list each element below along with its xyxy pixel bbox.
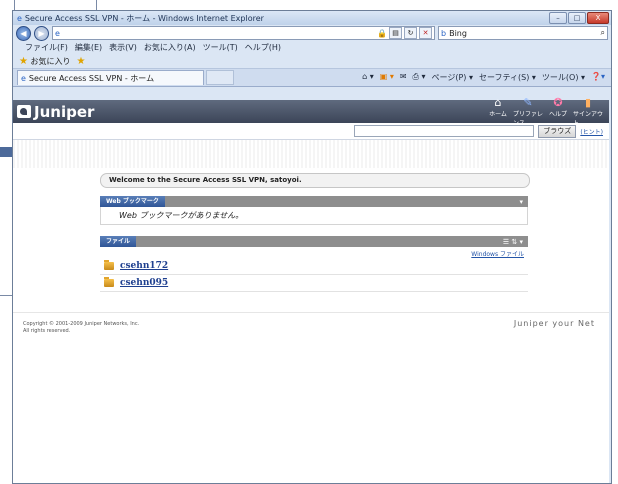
browse-input[interactable] — [354, 125, 535, 137]
chevron-down-icon[interactable]: ▾ — [519, 198, 528, 206]
ie-icon: e — [17, 13, 22, 23]
no-bookmarks-text: Web ブックマークがありません。 — [119, 211, 244, 220]
bookmarks-panel: Web ブックマーク ▾ Web ブックマークがありません。 — [100, 196, 528, 225]
file-share-link[interactable]: csehn095 — [120, 278, 168, 288]
star-icon: ★ — [19, 55, 28, 67]
stop-icon[interactable]: ✕ — [419, 27, 432, 39]
page-menu[interactable]: ページ(P) ▾ — [432, 72, 473, 83]
tools-menu[interactable]: ツール(O) ▾ — [542, 72, 585, 83]
menu-bar: ファイル(F) 編集(E) 表示(V) お気に入り(A) ツール(T) ヘルプ(… — [13, 41, 611, 54]
page-icon: e — [55, 28, 60, 38]
bing-icon: b — [441, 28, 447, 38]
menu-tools[interactable]: ツール(T) — [203, 42, 238, 53]
forward-button[interactable]: ▶ — [34, 25, 49, 41]
feeds-icon[interactable]: ▣ ▾ — [380, 72, 394, 83]
command-bar: ⌂ ▾ ▣ ▾ ✉ ⎙ ▾ ページ(P) ▾ セーフティ(S) ▾ ツール(O)… — [362, 72, 611, 83]
browse-tip-link[interactable]: (ヒント) — [580, 127, 603, 136]
search-placeholder: Bing — [449, 28, 467, 38]
favorites-button[interactable]: ★ お気に入り — [19, 56, 71, 67]
help-icon[interactable]: ❓▾ — [591, 72, 605, 83]
add-favorite-icon[interactable]: ★ — [77, 56, 86, 67]
mail-icon[interactable]: ✉ — [400, 72, 407, 83]
menu-edit[interactable]: 編集(E) — [75, 42, 102, 53]
bookmarks-header: Web ブックマーク ▾ — [100, 196, 528, 207]
page-icon: e — [21, 73, 26, 83]
nav-preferences[interactable]: ✎ プリファレンス — [513, 96, 543, 127]
search-input[interactable]: b Bing ⌕ — [438, 26, 608, 40]
header-stripe — [13, 140, 609, 168]
windows-files-link[interactable]: Windows ファイル — [100, 247, 528, 258]
maximize-button[interactable]: □ — [568, 12, 586, 24]
list-item: csehn172 — [100, 258, 528, 275]
nav-signout-label: サインアウト — [573, 111, 604, 127]
address-bar: ◀ ▶ e 🔒 ▤ ↻ ✕ b Bing ⌕ — [13, 25, 611, 41]
favorites-label: お気に入り — [30, 56, 71, 66]
brand-name: Juniper — [34, 102, 95, 121]
file-share-link[interactable]: csehn172 — [120, 261, 168, 271]
wrench-icon: ✎ — [523, 96, 533, 109]
tab-current[interactable]: e Secure Access SSL VPN - ホーム — [17, 70, 204, 85]
signout-icon: ▮ — [584, 96, 592, 109]
home-icon[interactable]: ⌂ ▾ — [362, 72, 374, 83]
files-panel: ファイル ☰ ⇅ ▾ Windows ファイル csehn172 csehn09… — [100, 236, 528, 292]
nav-home[interactable]: ⌂ ホーム — [483, 96, 513, 127]
window-title: Secure Access SSL VPN - ホーム - Windows In… — [24, 13, 264, 23]
title-bar: e Secure Access SSL VPN - ホーム - Windows … — [13, 11, 611, 25]
menu-help[interactable]: ヘルプ(H) — [245, 42, 281, 53]
folder-icon — [104, 260, 114, 270]
browse-button[interactable]: ブラウズ — [538, 124, 577, 138]
portal-footer: Copyright © 2001-2009 Juniper Networks, … — [13, 312, 609, 343]
refresh-icon[interactable]: ↻ — [404, 27, 417, 39]
back-button[interactable]: ◀ — [16, 25, 31, 41]
close-button[interactable]: X — [587, 12, 609, 24]
nav-home-label: ホーム — [489, 111, 507, 118]
folder-icon — [104, 277, 114, 287]
browser-window: e Secure Access SSL VPN - ホーム - Windows … — [12, 10, 612, 484]
menu-view[interactable]: 表示(V) — [109, 42, 137, 53]
home-icon: ⌂ — [494, 96, 502, 109]
background-line — [0, 295, 12, 296]
juniper-logo: Juniper — [17, 103, 94, 121]
minimize-button[interactable]: – — [549, 12, 567, 24]
compat-icon[interactable]: ▤ — [389, 27, 402, 39]
favorites-bar: ★ お気に入り ★ — [13, 54, 611, 69]
bookmarks-title: Web ブックマーク — [100, 196, 165, 207]
welcome-message: Welcome to the Secure Access SSL VPN, sa… — [100, 173, 530, 188]
nav-help-label: ヘルプ — [548, 111, 567, 118]
copyright-text: Copyright © 2001-2009 Juniper Networks, … — [23, 321, 139, 335]
safety-menu[interactable]: セーフティ(S) ▾ — [479, 72, 536, 83]
browse-bar: ブラウズ (ヒント) — [13, 123, 609, 140]
lock-icon[interactable]: 🔒 — [377, 29, 387, 38]
files-header: ファイル ☰ ⇅ ▾ — [100, 236, 528, 247]
nav-help[interactable]: ✪ ヘルプ — [543, 96, 573, 127]
rights-line: All rights reserved. — [23, 328, 71, 334]
nav-signout[interactable]: ▮ サインアウト — [573, 96, 603, 127]
page-content: Juniper ⌂ ホーム ✎ プリファレンス ✪ ヘルプ ▮ サインアウト ブラウズ … — [13, 96, 609, 483]
search-icon[interactable]: ⌕ — [601, 28, 605, 38]
menu-file[interactable]: ファイル(F) — [25, 42, 68, 53]
background-block — [0, 147, 12, 157]
tab-bar: e Secure Access SSL VPN - ホーム ⌂ ▾ ▣ ▾ ✉ … — [13, 69, 611, 87]
new-tab-button[interactable] — [206, 70, 234, 85]
portal-header: Juniper ⌂ ホーム ✎ プリファレンス ✪ ヘルプ ▮ サインアウト — [13, 96, 609, 127]
print-icon[interactable]: ⎙ ▾ — [413, 72, 426, 83]
copyright-line: Copyright © 2001-2009 Juniper Networks, … — [23, 321, 140, 327]
tab-label: Secure Access SSL VPN - ホーム — [28, 73, 155, 83]
footer-tagline: Juniper your Net — [513, 319, 595, 328]
panel-tools-icon[interactable]: ☰ ⇅ ▾ — [503, 238, 528, 246]
logo-mark — [17, 105, 31, 118]
menu-favorites[interactable]: お気に入り(A) — [144, 42, 196, 53]
list-item: csehn095 — [100, 275, 528, 292]
files-title: ファイル — [100, 236, 137, 247]
address-input[interactable]: e 🔒 ▤ ↻ ✕ — [52, 26, 435, 40]
portal-nav: ⌂ ホーム ✎ プリファレンス ✪ ヘルプ ▮ サインアウト — [483, 96, 603, 127]
lifebuoy-icon: ✪ — [553, 96, 563, 109]
